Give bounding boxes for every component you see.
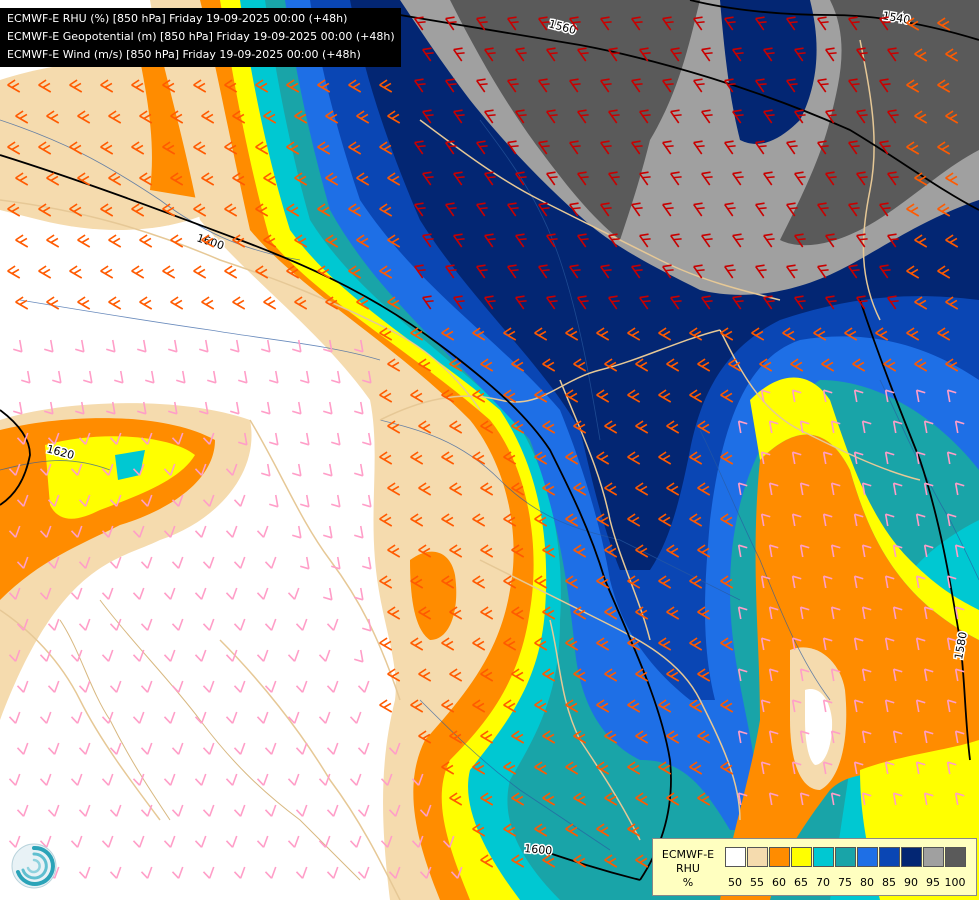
legend-swatch-55 xyxy=(747,847,768,867)
legend-title: ECMWF-E RHU % xyxy=(657,848,719,890)
legend-swatch-50 xyxy=(725,847,746,867)
ecmwf-swirl-icon xyxy=(10,842,58,890)
legend-tick-65: 65 xyxy=(794,876,808,889)
map-header: ECMWF-E RHU (%) [850 hPa] Friday 19-09-2… xyxy=(0,8,401,67)
legend-tick-85: 85 xyxy=(882,876,896,889)
legend-title-variable: RHU xyxy=(676,862,700,875)
header-line-geopotential: ECMWF-E Geopotential (m) [850 hPa] Frida… xyxy=(7,30,395,43)
legend-swatch-80 xyxy=(857,847,878,867)
contour-label-1600-south: 1600 xyxy=(524,842,553,857)
legend-swatch-75 xyxy=(835,847,856,867)
weather-map[interactable]: 1560 1540 1600 1620 1600 1580 xyxy=(0,0,979,900)
legend-swatch-85 xyxy=(879,847,900,867)
legend-swatch-60 xyxy=(769,847,790,867)
legend-swatch-90 xyxy=(901,847,922,867)
header-line-rhu: ECMWF-E RHU (%) [850 hPa] Friday 19-09-2… xyxy=(7,12,348,25)
legend-tick-70: 70 xyxy=(816,876,830,889)
legend-tick-60: 60 xyxy=(772,876,786,889)
legend-title-unit: % xyxy=(682,876,694,889)
legend-tick-100: 100 xyxy=(944,876,966,889)
legend-swatch-95 xyxy=(923,847,944,867)
legend-swatch-100 xyxy=(945,847,966,867)
header-line-wind: ECMWF-E Wind (m/s) [850 hPa] Friday 19-0… xyxy=(7,48,361,61)
rhu-legend: ECMWF-E RHU % 50 55 60 65 70 75 80 85 90 95 100 xyxy=(652,838,977,896)
legend-tick-50: 50 xyxy=(728,876,742,889)
legend-swatch-70 xyxy=(813,847,834,867)
legend-tick-90: 90 xyxy=(904,876,918,889)
legend-tick-80: 80 xyxy=(860,876,874,889)
legend-tick-55: 55 xyxy=(750,876,764,889)
legend-tick-95: 95 xyxy=(926,876,940,889)
legend-tick-75: 75 xyxy=(838,876,852,889)
legend-title-model: ECMWF-E xyxy=(661,848,715,861)
legend-swatch-65 xyxy=(791,847,812,867)
